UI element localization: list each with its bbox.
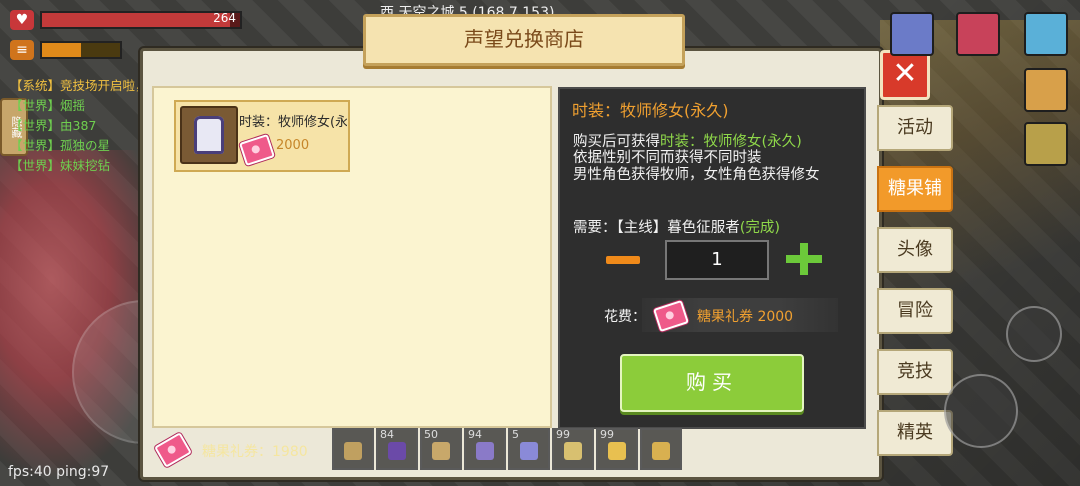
fps-readout: fps:40 ping:97	[8, 464, 110, 480]
heart-icon: ♥	[10, 10, 34, 30]
requirement-status: (完成)	[739, 220, 781, 236]
requirement-text: 需要：【主线】暮色征服者	[573, 220, 740, 236]
slot-count: 50	[424, 428, 438, 441]
slot-count: 84	[380, 428, 394, 441]
tab-1[interactable]: 活动	[877, 105, 953, 151]
buy-button[interactable]: 购买	[620, 354, 804, 412]
health-value: 264	[213, 11, 236, 25]
scroll-icon	[432, 442, 450, 460]
jump-arrow-icon[interactable]	[944, 374, 1018, 448]
hotbar-slot[interactable]	[640, 428, 682, 470]
slot-count: 5	[512, 428, 519, 441]
bag-icon	[652, 442, 670, 460]
description-line: 男性角色获得牧师，女性角色获得修女	[573, 167, 820, 183]
close-button[interactable]: ✕	[880, 50, 930, 100]
obtain-prefix: 购买后可获得	[573, 134, 660, 150]
shop-title: 声望兑换商店	[363, 14, 685, 66]
hotbar-slot[interactable]: 50	[420, 428, 462, 470]
detail-description: 依据性别不同而获得不同时装 男性角色获得牧师，女性角色获得修女	[573, 150, 853, 184]
health-bar: 264	[40, 11, 242, 29]
health-row: ♥ 264	[10, 10, 242, 30]
fruit-icon	[564, 442, 582, 460]
sword-icon	[344, 442, 362, 460]
food-icon: ≡	[10, 40, 34, 60]
cubes-icon[interactable]	[1024, 68, 1068, 112]
description-line: 依据性别不同而获得不同时装	[573, 150, 762, 166]
currency-balance: 糖果礼券：1980	[202, 444, 308, 460]
tab-5[interactable]: 竞技	[877, 349, 953, 395]
increase-quantity-button[interactable]	[786, 243, 822, 275]
hotbar-slot[interactable]: 5	[508, 428, 550, 470]
hotbar-slot[interactable]	[332, 428, 374, 470]
hotbar-slot[interactable]: 84	[376, 428, 418, 470]
hotbar-slot[interactable]: 94	[464, 428, 506, 470]
item-price: 2000	[276, 138, 310, 153]
chat-bubble-icon[interactable]	[890, 12, 934, 56]
hotbar-slot[interactable]: 99	[596, 428, 638, 470]
slot-count: 99	[600, 428, 614, 441]
tab-3[interactable]: 头像	[877, 227, 953, 273]
slot-count: 99	[556, 428, 570, 441]
detail-obtain-line: 购买后可获得时装：牧师修女(永久)	[573, 130, 802, 151]
health-bar-fill	[42, 13, 231, 27]
gold-icon	[608, 442, 626, 460]
detail-title: 时装：牧师修女(永久)	[572, 101, 729, 120]
potion-icon	[520, 442, 538, 460]
hunger-bar-fill	[42, 43, 81, 57]
requirement-line: 需要：【主线】暮色征服者(完成)	[573, 216, 780, 237]
tab-4[interactable]: 冒险	[877, 288, 953, 334]
plus-icon[interactable]	[1024, 12, 1068, 56]
item-name: 时装：牧师修女(永久)	[239, 115, 347, 130]
cost-label: 花费：	[604, 309, 646, 325]
quantity-field[interactable]: 1	[665, 240, 769, 280]
shop-icon[interactable]	[956, 12, 1000, 56]
slot-count: 94	[468, 428, 482, 441]
tab-6[interactable]: 精英	[877, 410, 953, 456]
bow-icon	[476, 442, 494, 460]
hunger-bar	[40, 41, 122, 59]
cost-value: 糖果礼券 2000	[697, 309, 794, 325]
drop-icon[interactable]	[1006, 306, 1062, 362]
crossed-swords-icon[interactable]	[1024, 122, 1068, 166]
priest-robe-icon	[180, 106, 238, 164]
obtain-item: 时装：牧师修女(永久)	[660, 134, 802, 150]
hotbar-slot[interactable]: 99	[552, 428, 594, 470]
hunger-row: ≡	[10, 40, 122, 60]
book-icon	[388, 442, 406, 460]
decrease-quantity-button[interactable]	[606, 256, 640, 264]
tab-2[interactable]: 糖果铺	[877, 166, 953, 212]
